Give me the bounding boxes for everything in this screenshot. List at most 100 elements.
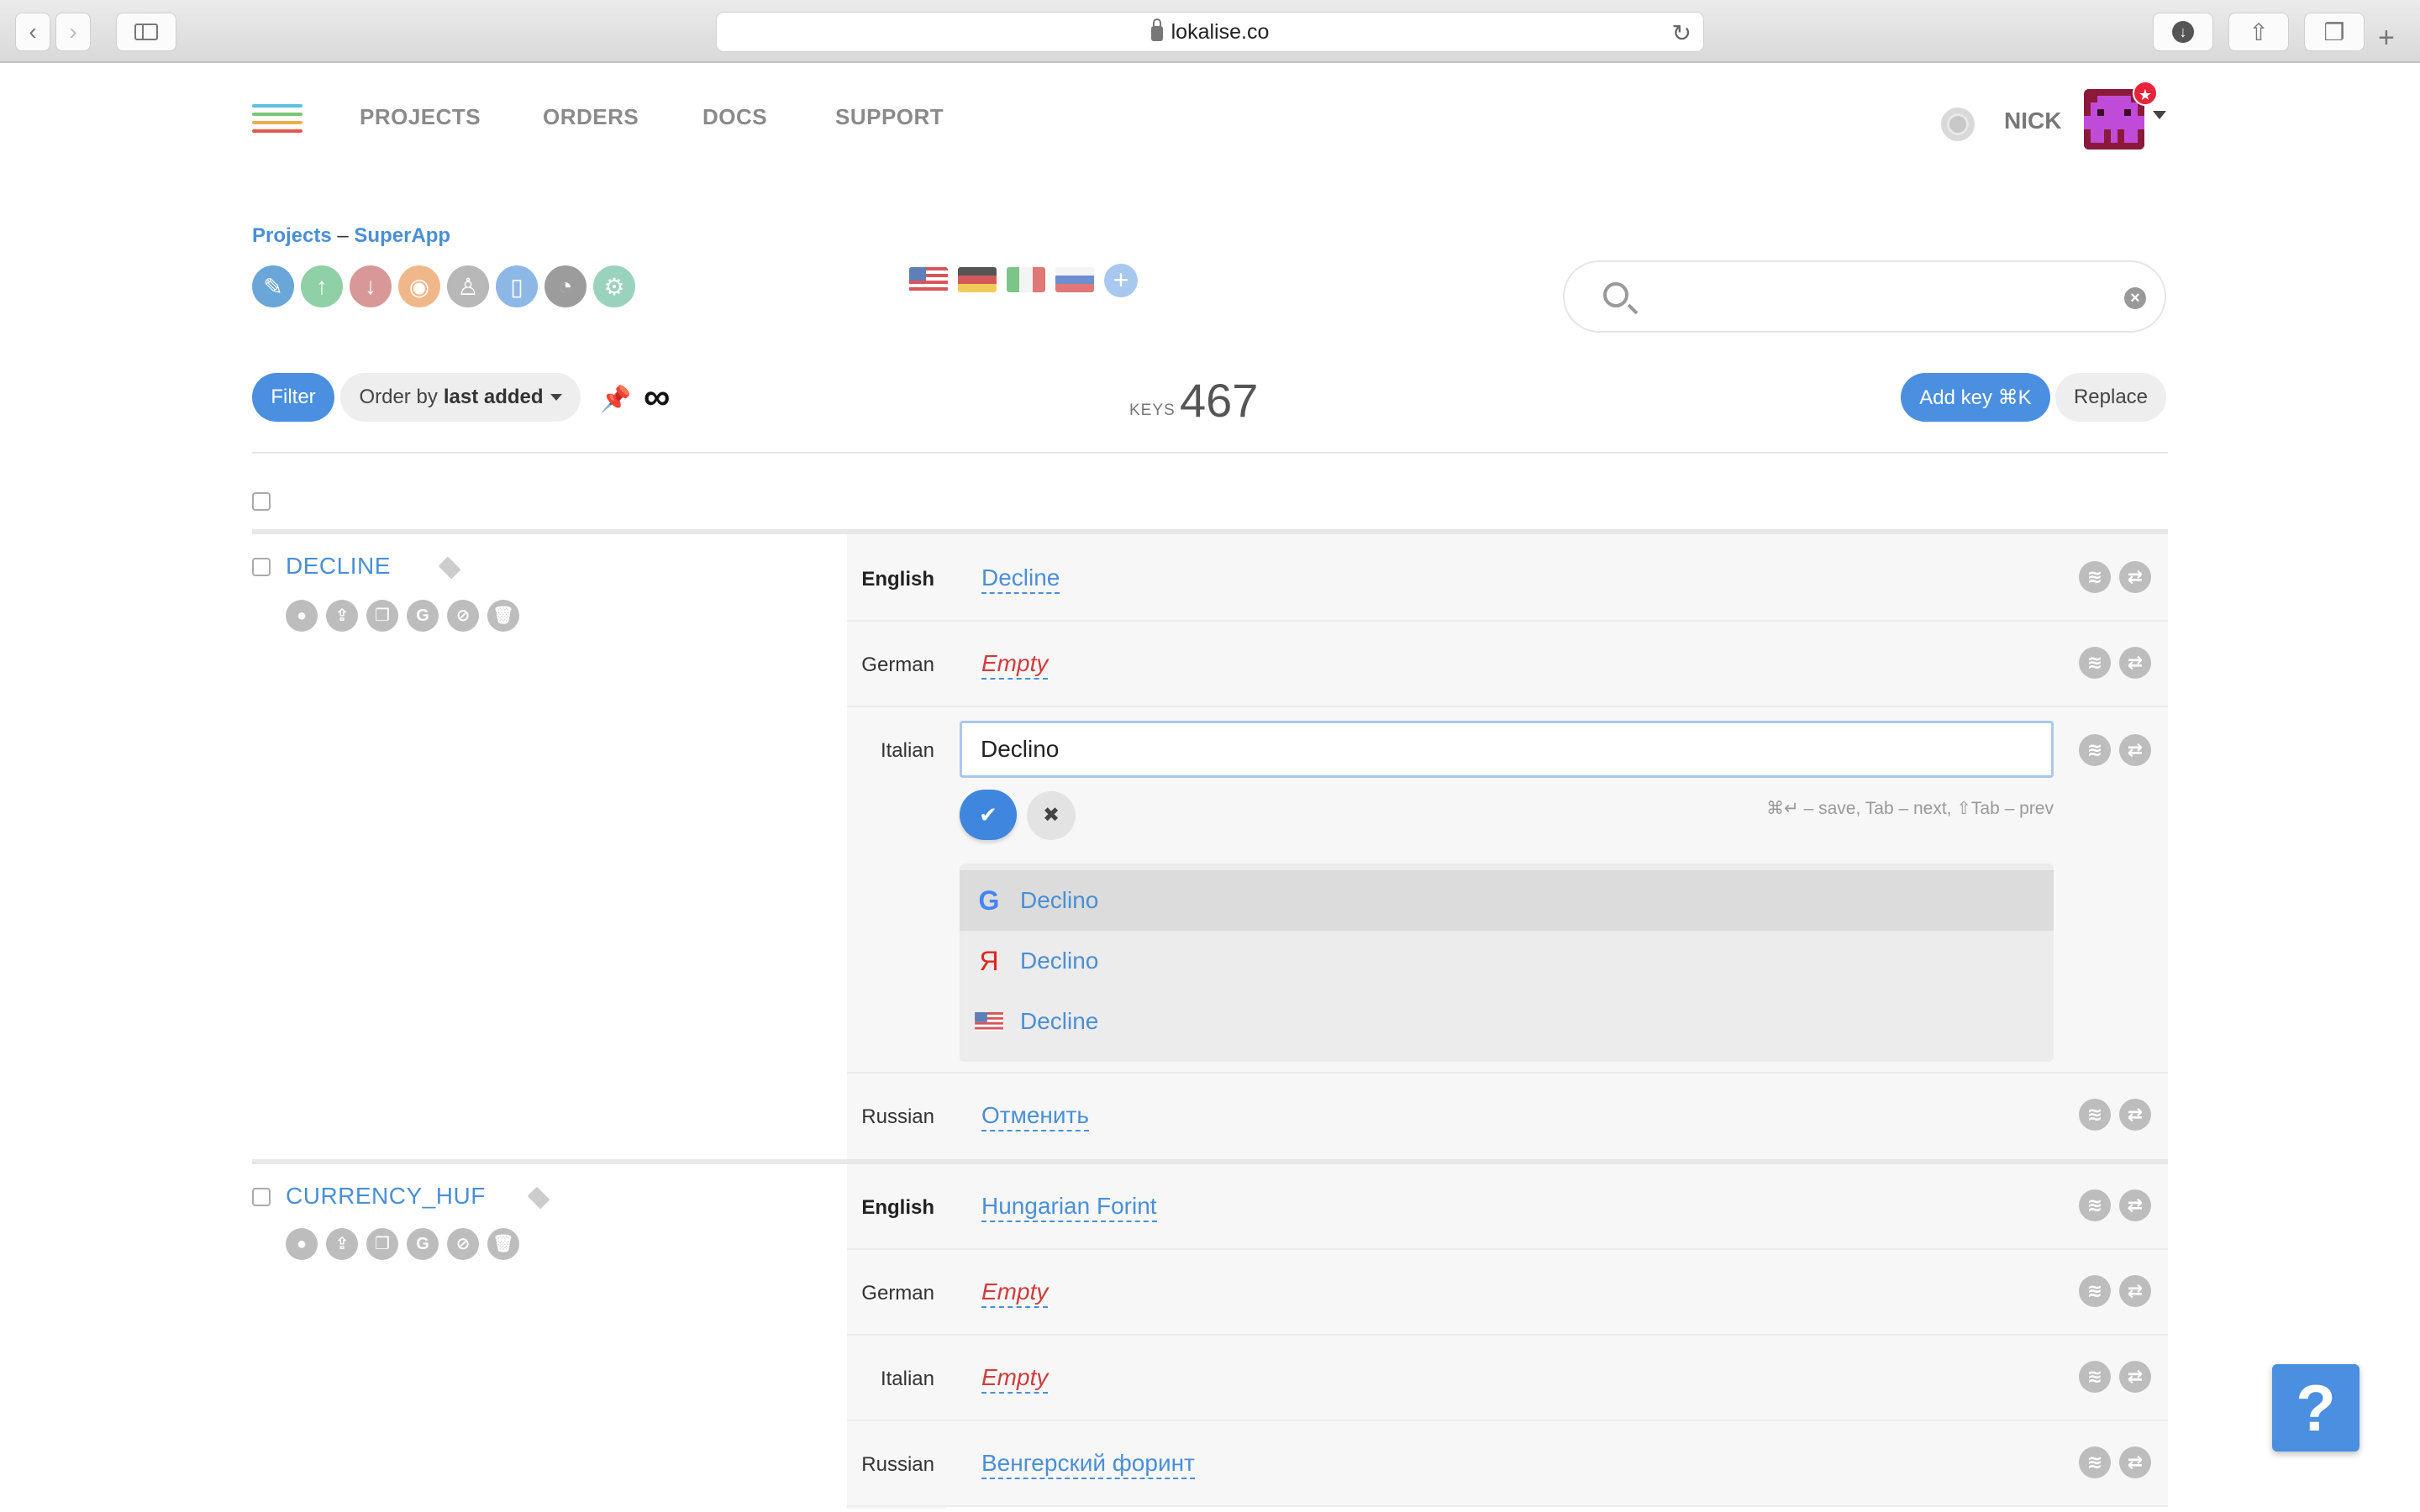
translation-value-empty[interactable]: Empty: [981, 1364, 1049, 1394]
search-box[interactable]: ×: [1563, 260, 2166, 333]
breadcrumb-projects[interactable]: Projects: [252, 224, 332, 247]
flag-italian-icon[interactable]: [1007, 267, 1045, 292]
translation-row: Russian Венгерский форинт ≋ ⇄: [847, 1421, 2168, 1507]
infinity-icon[interactable]: ∞: [644, 376, 670, 418]
contributors-icon[interactable]: ♙: [447, 265, 489, 307]
select-all-checkbox[interactable]: [252, 492, 271, 511]
sidebar-toggle-button[interactable]: [116, 13, 176, 51]
flag-german-icon[interactable]: [958, 267, 997, 292]
clear-search-icon[interactable]: ×: [2124, 287, 2146, 309]
history-icon[interactable]: ≋: [2079, 1099, 2111, 1131]
repeat-icon[interactable]: ⇄: [2119, 561, 2151, 593]
settings-icon[interactable]: ⚙: [593, 265, 635, 307]
cancel-button[interactable]: ✖: [1027, 791, 1076, 840]
statistics-icon[interactable]: ◔: [544, 265, 587, 307]
repeat-icon[interactable]: ⇄: [2119, 1189, 2151, 1221]
suggestion-item[interactable]: Decline: [960, 991, 2054, 1052]
url-text: lokalise.co: [1171, 19, 1270, 44]
delete-icon[interactable]: 🗑: [487, 600, 519, 632]
suggestion-item[interactable]: G Declino: [960, 870, 2054, 931]
user-status-icon[interactable]: [1941, 108, 1975, 141]
copy-icon[interactable]: ❐: [366, 600, 398, 632]
history-icon[interactable]: ≋: [2079, 1189, 2111, 1221]
history-icon[interactable]: ≋: [2079, 1361, 2111, 1393]
translation-value-empty[interactable]: Empty: [981, 1278, 1049, 1308]
google-translate-icon[interactable]: G: [407, 600, 439, 632]
share-button[interactable]: ⇧: [2228, 13, 2289, 51]
translation-value[interactable]: Венгерский форинт: [981, 1450, 1195, 1479]
history-icon[interactable]: ≋: [2079, 1275, 2111, 1307]
back-button[interactable]: ‹: [15, 13, 50, 51]
key-name[interactable]: DECLINE: [286, 553, 391, 580]
repeat-icon[interactable]: ⇄: [2119, 1446, 2151, 1478]
screenshot-upload-icon[interactable]: ⇪: [326, 600, 358, 632]
screenshots-icon[interactable]: ◉: [398, 265, 440, 307]
translation-value[interactable]: Hungarian Forint: [981, 1193, 1157, 1222]
upload-icon[interactable]: ↑: [301, 265, 343, 307]
edit-icon[interactable]: ✎: [252, 265, 294, 307]
comment-icon[interactable]: ●: [286, 600, 318, 632]
user-name[interactable]: NICK: [2004, 108, 2061, 134]
keys-label: KEYS: [1129, 402, 1176, 419]
translation-value-empty[interactable]: Empty: [981, 650, 1049, 680]
delete-icon[interactable]: 🗑: [487, 1228, 519, 1260]
key-checkbox[interactable]: [252, 1188, 271, 1206]
translation-row: Italian Empty ≋ ⇄: [847, 1336, 2168, 1421]
suggestion-text: Declino: [1020, 948, 1099, 974]
pin-icon[interactable]: 📌: [600, 385, 631, 414]
key-name[interactable]: CURRENCY_HUF: [286, 1183, 486, 1210]
order-dropdown[interactable]: Order by last added: [340, 373, 581, 422]
history-icon[interactable]: ≋: [2079, 734, 2111, 766]
replace-button[interactable]: Replace: [2055, 373, 2166, 422]
language-label: English: [861, 568, 934, 591]
chevron-down-icon: [550, 394, 562, 401]
comment-icon[interactable]: ●: [286, 1228, 318, 1260]
breadcrumb-project[interactable]: SuperApp: [354, 224, 450, 247]
sidebar-icon: [134, 24, 158, 40]
forward-button[interactable]: ›: [55, 13, 91, 51]
history-icon[interactable]: ≋: [2079, 1446, 2111, 1478]
copy-icon[interactable]: ❐: [366, 1228, 398, 1260]
nav-support[interactable]: SUPPORT: [835, 104, 944, 130]
nav-orders[interactable]: ORDERS: [543, 104, 639, 130]
flag-russian-icon[interactable]: [1055, 267, 1094, 292]
filter-button[interactable]: Filter: [252, 373, 334, 422]
language-label: Russian: [861, 1105, 934, 1128]
help-button[interactable]: ?: [2272, 1364, 2360, 1452]
flag-english-icon[interactable]: [909, 267, 948, 292]
history-icon[interactable]: ≋: [2079, 561, 2111, 593]
screenshot-upload-icon[interactable]: ⇪: [326, 1228, 358, 1260]
download-icon[interactable]: ↓: [350, 265, 392, 307]
tag-icon[interactable]: [438, 556, 461, 580]
tabs-button[interactable]: ❐: [2304, 13, 2365, 51]
add-language-button[interactable]: +: [1104, 264, 1138, 297]
tag-icon[interactable]: [527, 1186, 550, 1210]
repeat-icon[interactable]: ⇄: [2119, 734, 2151, 766]
suggestion-item[interactable]: Я Declino: [960, 931, 2054, 991]
new-tab-button[interactable]: +: [2378, 22, 2395, 55]
repeat-icon[interactable]: ⇄: [2119, 647, 2151, 679]
translation-value[interactable]: Отменить: [981, 1102, 1089, 1131]
translation-editor-input[interactable]: [960, 721, 2054, 778]
glossary-icon[interactable]: ▯: [496, 265, 538, 307]
nav-projects[interactable]: PROJECTS: [360, 104, 481, 130]
translation-value[interactable]: Decline: [981, 564, 1060, 594]
add-key-button[interactable]: Add key ⌘K: [1901, 373, 2050, 422]
reload-icon[interactable]: ↻: [1672, 19, 1691, 47]
google-translate-icon[interactable]: G: [407, 1228, 439, 1260]
chevron-down-icon[interactable]: [2153, 111, 2166, 119]
us-flag-icon: [975, 1006, 1003, 1037]
repeat-icon[interactable]: ⇄: [2119, 1361, 2151, 1393]
search-input[interactable]: [1649, 279, 2086, 316]
repeat-icon[interactable]: ⇄: [2119, 1099, 2151, 1131]
history-icon[interactable]: ≋: [2079, 647, 2111, 679]
key-checkbox[interactable]: [252, 558, 271, 576]
hide-icon[interactable]: ⊘: [447, 600, 479, 632]
address-bar[interactable]: lokalise.co ↻: [716, 12, 1704, 52]
hide-icon[interactable]: ⊘: [447, 1228, 479, 1260]
repeat-icon[interactable]: ⇄: [2119, 1275, 2151, 1307]
nav-docs[interactable]: DOCS: [702, 104, 767, 130]
lokalise-logo[interactable]: [252, 104, 302, 143]
save-button[interactable]: ✔: [960, 790, 1017, 840]
downloads-button[interactable]: ↓: [2153, 13, 2213, 51]
